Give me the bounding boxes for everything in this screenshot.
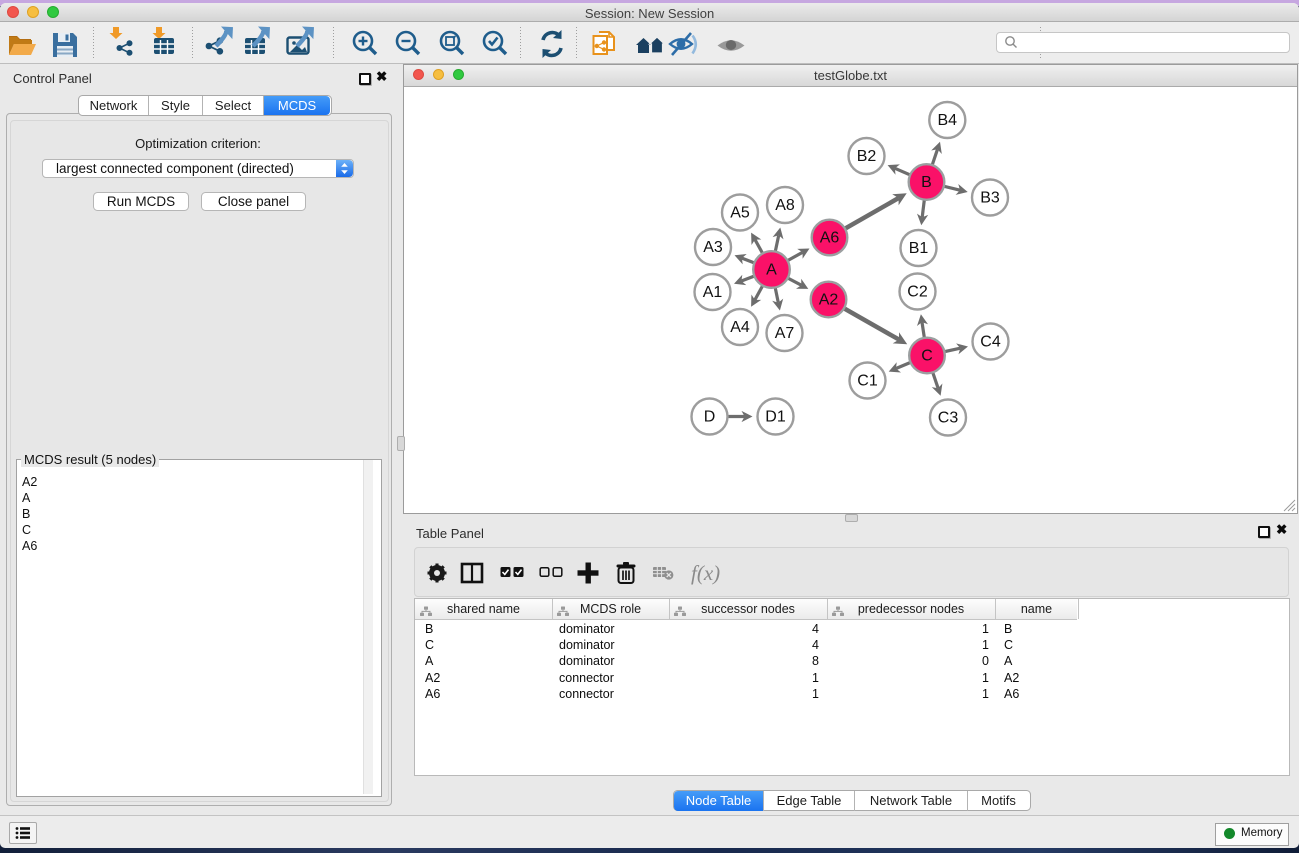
svg-text:B1: B1 [909,240,929,257]
svg-text:C2: C2 [907,284,928,301]
svg-text:A5: A5 [730,205,750,222]
svg-text:A8: A8 [775,197,795,214]
svg-text:B: B [921,174,932,191]
svg-text:B2: B2 [857,148,877,165]
svg-text:B3: B3 [980,190,1000,207]
svg-text:A4: A4 [730,319,750,336]
svg-text:A3: A3 [703,239,723,256]
svg-text:C1: C1 [857,373,878,390]
svg-text:A6: A6 [820,230,840,247]
svg-text:C3: C3 [938,410,959,427]
svg-text:C: C [921,348,933,365]
svg-text:D1: D1 [765,409,786,426]
svg-text:A7: A7 [775,325,795,342]
svg-text:B4: B4 [938,112,958,129]
svg-text:C4: C4 [980,334,1001,351]
svg-text:A1: A1 [703,284,723,301]
svg-text:D: D [704,409,716,426]
svg-text:A2: A2 [819,292,839,309]
svg-text:A: A [766,262,777,279]
